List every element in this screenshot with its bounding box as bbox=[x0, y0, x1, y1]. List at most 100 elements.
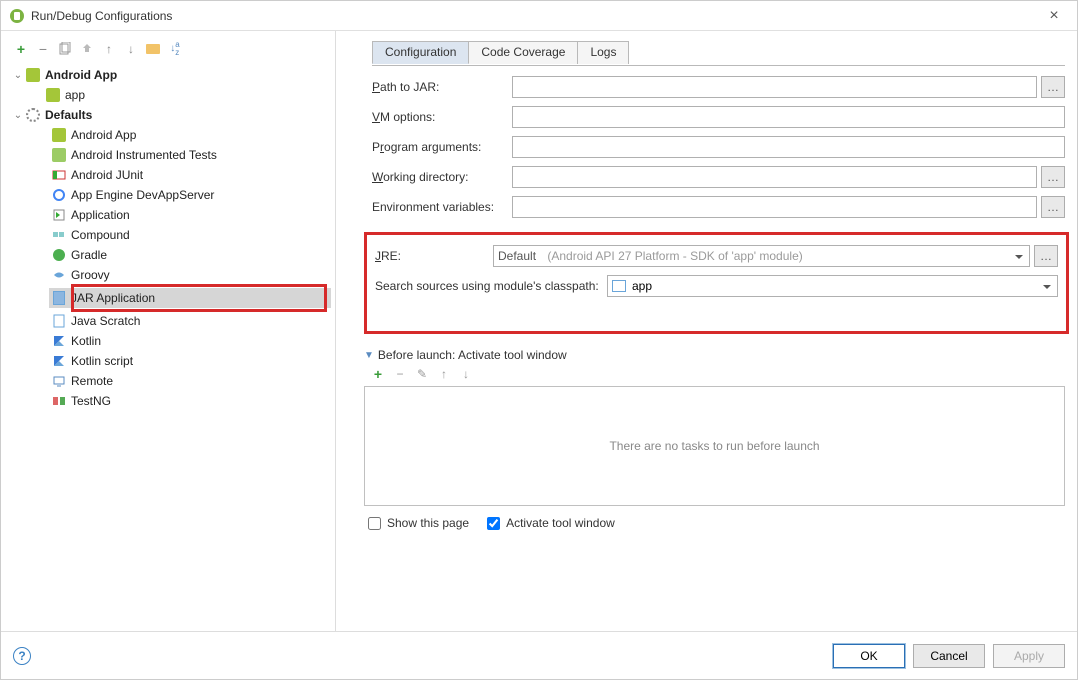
tree-node-android-junit[interactable]: Android JUnit bbox=[49, 165, 331, 185]
empty-tasks-text: There are no tasks to run before launch bbox=[609, 439, 819, 453]
android-test-icon bbox=[51, 147, 67, 163]
ok-button[interactable]: OK bbox=[833, 644, 905, 668]
help-button[interactable]: ? bbox=[13, 647, 31, 665]
before-launch-header[interactable]: ▼ Before launch: Activate tool window bbox=[364, 348, 1069, 362]
tree-node-gradle[interactable]: Gradle bbox=[49, 245, 331, 265]
copy-config-button[interactable] bbox=[57, 41, 73, 57]
remove-config-button[interactable]: − bbox=[35, 41, 51, 57]
add-task-button[interactable]: + bbox=[370, 366, 386, 382]
cancel-button[interactable]: Cancel bbox=[913, 644, 985, 668]
label-classpath: Search sources using module's classpath: bbox=[375, 279, 607, 293]
tree-label: Android App bbox=[71, 128, 136, 142]
android-icon bbox=[51, 127, 67, 143]
android-icon bbox=[25, 67, 41, 83]
browse-jar-button[interactable]: … bbox=[1041, 76, 1065, 98]
remove-task-button[interactable]: − bbox=[392, 366, 408, 382]
browse-jre-button[interactable]: … bbox=[1034, 245, 1058, 267]
edit-task-button[interactable]: ✎ bbox=[414, 366, 430, 382]
compound-icon bbox=[51, 227, 67, 243]
show-this-page-checkbox[interactable]: Show this page bbox=[368, 516, 469, 530]
config-tabs: Configuration Code Coverage Logs bbox=[372, 41, 1077, 64]
kotlin-script-icon bbox=[51, 353, 67, 369]
tree-label: Android JUnit bbox=[71, 168, 143, 182]
tree-label: Android App bbox=[45, 68, 117, 82]
tree-label: Defaults bbox=[45, 108, 92, 122]
activate-window-label: Activate tool window bbox=[506, 516, 615, 530]
before-launch-section: ▼ Before launch: Activate tool window + … bbox=[364, 348, 1069, 530]
vm-options-input[interactable] bbox=[512, 106, 1065, 128]
window-title: Run/Debug Configurations bbox=[31, 9, 1039, 23]
task-move-up-button[interactable]: ↑ bbox=[436, 366, 452, 382]
sort-az-button[interactable]: ↓az bbox=[167, 41, 183, 57]
tree-label: Remote bbox=[71, 374, 113, 388]
show-page-label: Show this page bbox=[387, 516, 469, 530]
tree-node-appengine[interactable]: App Engine DevAppServer bbox=[49, 185, 331, 205]
before-launch-task-list[interactable]: There are no tasks to run before launch bbox=[364, 386, 1065, 506]
tree-node-app[interactable]: app bbox=[29, 85, 331, 105]
jar-icon bbox=[51, 290, 67, 306]
remote-icon bbox=[51, 373, 67, 389]
program-args-input[interactable] bbox=[512, 136, 1065, 158]
tree-node-testng[interactable]: TestNG bbox=[49, 391, 331, 411]
tab-code-coverage[interactable]: Code Coverage bbox=[468, 41, 578, 64]
gear-icon bbox=[25, 107, 41, 123]
label-env-vars: Environment variables: bbox=[372, 200, 512, 214]
module-classpath-value: app bbox=[632, 279, 652, 293]
tree-label: Compound bbox=[71, 228, 130, 242]
title-bar: Run/Debug Configurations × bbox=[1, 1, 1077, 31]
task-move-down-button[interactable]: ↓ bbox=[458, 366, 474, 382]
tree-label: Android Instrumented Tests bbox=[71, 148, 217, 162]
move-down-button[interactable]: ↓ bbox=[123, 41, 139, 57]
tree-label: app bbox=[65, 88, 85, 102]
tree-node-instrumented-tests[interactable]: Android Instrumented Tests bbox=[49, 145, 331, 165]
kotlin-icon bbox=[51, 333, 67, 349]
tree-node-java-scratch[interactable]: Java Scratch bbox=[49, 311, 331, 331]
tree-label: Kotlin bbox=[71, 334, 101, 348]
browse-working-dir-button[interactable]: … bbox=[1041, 166, 1065, 188]
move-up-button[interactable]: ↑ bbox=[101, 41, 117, 57]
groovy-icon bbox=[51, 267, 67, 283]
working-dir-input[interactable] bbox=[512, 166, 1037, 188]
jre-settings-highlight: JRE: Default (Android API 27 Platform - … bbox=[364, 232, 1069, 334]
label-jre: JRE: bbox=[375, 249, 493, 263]
tree-node-application[interactable]: Application bbox=[49, 205, 331, 225]
apply-button[interactable]: Apply bbox=[993, 644, 1065, 668]
browse-env-vars-button[interactable]: … bbox=[1041, 196, 1065, 218]
close-button[interactable]: × bbox=[1039, 1, 1069, 31]
tree-node-jar-application[interactable]: JAR Application bbox=[49, 288, 331, 308]
activate-tool-window-checkbox[interactable]: Activate tool window bbox=[487, 516, 615, 530]
tree-node-groovy[interactable]: Groovy bbox=[49, 265, 331, 285]
jre-hint: (Android API 27 Platform - SDK of 'app' … bbox=[547, 249, 802, 263]
tree-node-kotlin-script[interactable]: Kotlin script bbox=[49, 351, 331, 371]
right-panel: Configuration Code Coverage Logs Path to… bbox=[336, 31, 1077, 631]
tab-logs[interactable]: Logs bbox=[577, 41, 629, 64]
module-classpath-select[interactable]: app bbox=[607, 275, 1058, 297]
android-icon bbox=[45, 87, 61, 103]
label-path-to-jar: Path to JAR: bbox=[372, 80, 512, 94]
tree-node-kotlin[interactable]: Kotlin bbox=[49, 331, 331, 351]
label-working-dir: Working directory: bbox=[372, 170, 512, 184]
expand-icon[interactable]: ⌄ bbox=[11, 110, 25, 121]
env-vars-input[interactable] bbox=[512, 196, 1037, 218]
path-to-jar-input[interactable] bbox=[512, 76, 1037, 98]
dialog-button-bar: ? OK Cancel Apply bbox=[1, 631, 1077, 679]
jre-select[interactable]: Default (Android API 27 Platform - SDK o… bbox=[493, 245, 1030, 267]
collapse-icon: ▼ bbox=[364, 350, 374, 361]
gradle-icon bbox=[51, 247, 67, 263]
expand-icon[interactable]: ⌄ bbox=[11, 70, 25, 81]
add-config-button[interactable]: + bbox=[13, 41, 29, 57]
tree-node-compound[interactable]: Compound bbox=[49, 225, 331, 245]
configuration-form: Path to JAR: … VM options: Program argum… bbox=[336, 66, 1077, 230]
left-panel: + − ↑ ↓ ↓az ⌄ Android App app ⌄ D bbox=[1, 31, 336, 631]
save-config-button[interactable] bbox=[79, 41, 95, 57]
tree-node-android-app-group[interactable]: ⌄ Android App bbox=[9, 65, 331, 85]
tree-node-remote[interactable]: Remote bbox=[49, 371, 331, 391]
tab-configuration[interactable]: Configuration bbox=[372, 41, 469, 64]
tree-node-default-android-app[interactable]: Android App bbox=[49, 125, 331, 145]
config-tree[interactable]: ⌄ Android App app ⌄ Defaults Android App… bbox=[1, 63, 335, 415]
tree-node-defaults[interactable]: ⌄ Defaults bbox=[9, 105, 331, 125]
tree-label: Groovy bbox=[71, 268, 110, 282]
application-icon bbox=[51, 207, 67, 223]
jre-value: Default bbox=[498, 249, 536, 263]
folder-button[interactable] bbox=[145, 41, 161, 57]
